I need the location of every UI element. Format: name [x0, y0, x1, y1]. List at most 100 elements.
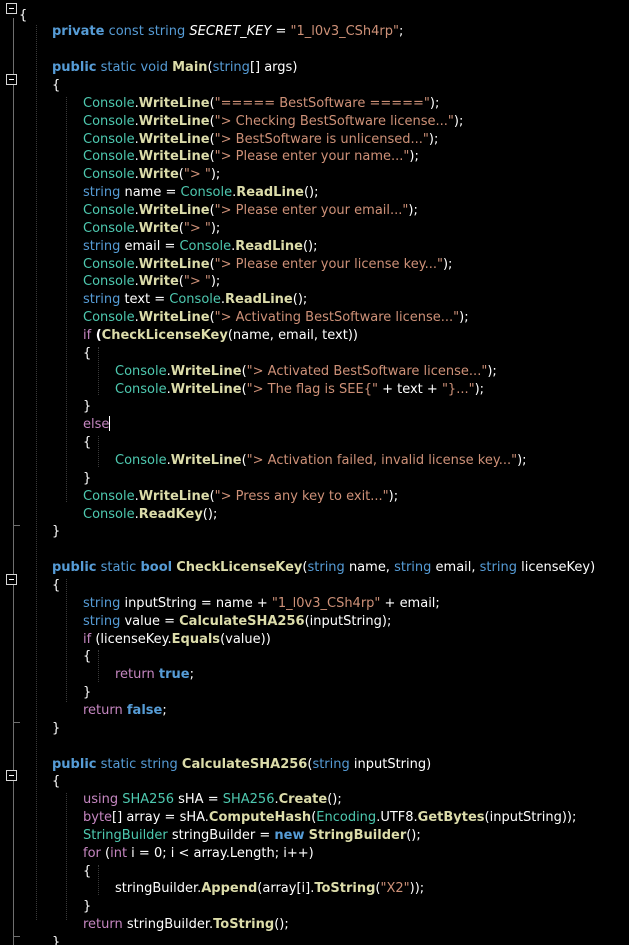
code-token: string	[83, 239, 121, 254]
code-line[interactable]: return stringBuilder.ToString();	[83, 916, 289, 934]
code-line[interactable]: if (CheckLicenseKey(name, email, text))	[83, 327, 358, 345]
code-line[interactable]: Console.WriteLine("> The flag is SEE{" +…	[115, 381, 484, 399]
code-line[interactable]: Console.WriteLine("===== BestSoftware ==…	[83, 95, 439, 113]
code-line[interactable]: byte[] array = sHA.ComputeHash(Encoding.…	[83, 809, 576, 827]
indent-guide	[98, 347, 99, 395]
code-token: string	[479, 560, 517, 575]
collapse-minus-icon[interactable]	[6, 74, 17, 85]
code-line[interactable]: else	[83, 416, 111, 434]
code-token: Append	[201, 881, 258, 896]
collapse-minus-icon[interactable]	[6, 770, 17, 781]
code-token: byte	[83, 810, 113, 825]
code-token: WriteLine	[138, 149, 210, 164]
code-line[interactable]: return true;	[115, 666, 194, 684]
code-editor[interactable]: { private const string SECRET_KEY = "1_l0…	[0, 0, 629, 945]
code-token: email,	[431, 560, 480, 575]
code-line[interactable]: Console.WriteLine("> BestSoftware is unl…	[83, 131, 438, 149]
code-line[interactable]: Console.WriteLine("> Please enter your l…	[83, 256, 452, 274]
code-line[interactable]: Console.WriteLine("> Press any key to ex…	[83, 488, 398, 506]
code-token: public	[52, 60, 97, 75]
code-line[interactable]: stringBuilder.Append(array[i].ToString("…	[115, 880, 424, 898]
code-line[interactable]: Console.Write("> ");	[83, 273, 220, 291]
code-line[interactable]: {	[52, 577, 60, 595]
code-token: "X2"	[380, 881, 410, 896]
code-line[interactable]: StringBuilder stringBuilder = new String…	[83, 827, 421, 845]
code-token: (	[100, 846, 111, 861]
code-line[interactable]: }	[52, 523, 60, 541]
code-token: [] args)	[249, 60, 298, 75]
code-line[interactable]: string name = Console.ReadLine();	[83, 184, 319, 202]
code-line[interactable]: Console.WriteLine("> Please enter your n…	[83, 148, 419, 166]
code-token: WriteLine	[138, 132, 210, 147]
code-token: WriteLine	[138, 114, 210, 129]
collapse-minus-icon[interactable]	[6, 3, 17, 14]
code-line[interactable]: {	[83, 648, 91, 666]
code-line[interactable]: return false;	[83, 702, 167, 720]
code-token: string	[312, 757, 350, 772]
code-line[interactable]: Console.WriteLine("> Activation failed, …	[115, 452, 527, 470]
code-line[interactable]: using SHA256 sHA = SHA256.Create();	[83, 791, 342, 809]
code-line[interactable]: Console.WriteLine("> Please enter your e…	[83, 202, 418, 220]
code-token: static	[96, 60, 141, 75]
code-token: );	[474, 382, 485, 397]
code-line[interactable]: Console.Write("> ");	[83, 220, 220, 238]
code-token: ();	[406, 828, 421, 843]
code-line[interactable]: Console.WriteLine("> Checking BestSoftwa…	[83, 113, 463, 131]
code-line[interactable]: }	[52, 934, 60, 945]
code-token: "> Activated BestSoftware license..."	[246, 364, 488, 379]
code-line[interactable]: }	[83, 898, 91, 916]
code-line[interactable]: {	[83, 863, 91, 881]
code-token: private	[52, 24, 105, 39]
code-line[interactable]: }	[83, 398, 91, 416]
code-token: SHA256	[222, 792, 275, 807]
code-token: {	[52, 774, 61, 789]
code-line[interactable]: Console.Write("> ");	[83, 166, 220, 184]
code-line[interactable]: Console.WriteLine("> Activating BestSoft…	[83, 309, 469, 327]
code-token: ;	[189, 667, 194, 682]
code-token: ));	[409, 881, 425, 896]
code-token: string	[307, 560, 345, 575]
code-line[interactable]: public static bool CheckLicenseKey(strin…	[52, 559, 595, 577]
code-line[interactable]: public static string CalculateSHA256(str…	[52, 756, 431, 774]
code-token: );	[429, 96, 440, 111]
code-token: WriteLine	[170, 453, 242, 468]
code-line[interactable]: string value = CalculateSHA256(inputStri…	[83, 613, 391, 631]
code-token: "> BestSoftware is unlicensed..."	[214, 132, 429, 147]
code-token: {	[52, 578, 61, 593]
code-token: SHA256	[122, 792, 174, 807]
code-line[interactable]: if (licenseKey.Equals(value))	[83, 631, 271, 649]
code-line[interactable]: {	[83, 345, 91, 363]
code-line[interactable]: }	[52, 720, 60, 738]
code-line[interactable]: {	[83, 434, 91, 452]
code-line[interactable]: Console.ReadKey();	[83, 506, 217, 524]
code-token: {	[83, 435, 92, 450]
code-token: Console	[83, 132, 135, 147]
code-line[interactable]: }	[83, 684, 91, 702]
fold-end-tick	[13, 525, 20, 526]
code-line[interactable]: }	[83, 470, 91, 488]
code-token: ();	[202, 507, 218, 522]
code-line[interactable]: public static void Main(string[] args)	[52, 59, 297, 77]
code-line[interactable]: {	[52, 77, 60, 95]
code-token: ToString	[314, 881, 376, 896]
code-token: }	[52, 721, 61, 736]
fold-end-tick	[13, 722, 20, 723]
code-token: void	[140, 60, 168, 75]
code-token: true	[158, 667, 190, 682]
code-line[interactable]: {	[19, 7, 27, 25]
code-line[interactable]: string inputString = name + "1_l0v3_CSh4…	[83, 595, 440, 613]
code-token: "> Checking BestSoftware license..."	[214, 114, 454, 129]
code-line[interactable]: for (int i = 0; i < array.Length; i++)	[83, 845, 314, 863]
code-token: stringBuilder =	[167, 828, 275, 843]
code-line[interactable]: string text = Console.ReadLine();	[83, 291, 307, 309]
code-token: );	[487, 364, 497, 379]
code-line[interactable]: {	[52, 773, 60, 791]
code-token: }	[83, 399, 92, 414]
code-line[interactable]: string email = Console.ReadLine();	[83, 238, 317, 256]
code-token: Console	[169, 292, 221, 307]
collapse-minus-icon[interactable]	[6, 574, 17, 585]
code-line[interactable]: Console.WriteLine("> Activated BestSoftw…	[115, 363, 497, 381]
code-line[interactable]: private const string SECRET_KEY = "1_l0v…	[52, 23, 403, 41]
code-token: "> Please enter your email..."	[214, 203, 409, 218]
code-token: ();	[303, 185, 319, 200]
